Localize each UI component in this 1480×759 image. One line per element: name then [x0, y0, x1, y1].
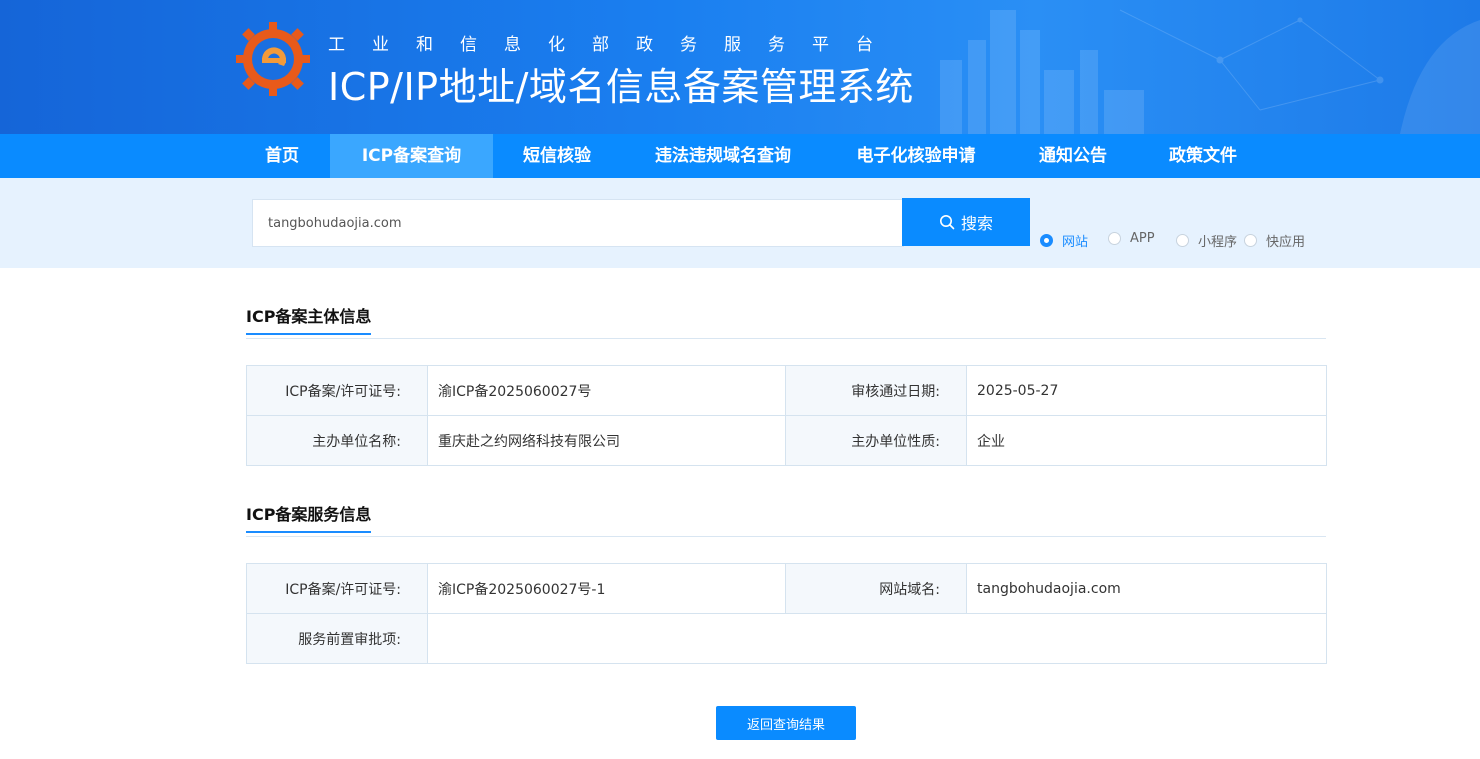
nav-item-illegal-domain-query[interactable]: 违法违规域名查询	[638, 134, 808, 178]
radio-app[interactable]: APP	[1108, 231, 1155, 246]
radio-checked-icon	[1040, 234, 1053, 247]
approval-date-label: 审核通过日期:	[785, 365, 967, 416]
pre-approval-label: 服务前置审批项:	[246, 613, 428, 664]
table-row: ICP备案/许可证号: 渝ICP备2025060027号 审核通过日期: 202…	[246, 365, 1327, 416]
nav-item-policy-docs[interactable]: 政策文件	[1155, 134, 1251, 178]
subject-info-table: ICP备案/许可证号: 渝ICP备2025060027号 审核通过日期: 202…	[246, 365, 1327, 466]
nav-item-electronic-verify[interactable]: 电子化核验申请	[842, 134, 990, 178]
service-info-table: ICP备案/许可证号: 渝ICP备2025060027号-1 网站域名: tan…	[246, 563, 1327, 664]
search-button-label: 搜索	[960, 214, 993, 233]
service-license-value: 渝ICP备2025060027号-1	[427, 563, 786, 614]
table-row: ICP备案/许可证号: 渝ICP备2025060027号-1 网站域名: tan…	[246, 563, 1327, 614]
radio-mini-program[interactable]: 小程序	[1176, 231, 1237, 250]
service-info-heading: ICP备案服务信息	[246, 501, 372, 533]
pre-approval-value	[427, 613, 1327, 664]
mii-logo-icon	[236, 22, 310, 96]
page-title: ICP/IP地址/域名信息备案管理系统	[328, 65, 914, 109]
radio-website[interactable]: 网站	[1040, 231, 1088, 250]
website-domain-label: 网站域名:	[785, 563, 967, 614]
radio-unchecked-icon	[1244, 234, 1257, 247]
main-nav: 首页 ICP备案查询 短信核验 违法违规域名查询 电子化核验申请 通知公告 政策…	[0, 134, 1480, 178]
organizer-type-label: 主办单位性质:	[785, 415, 967, 466]
website-domain-value: tangbohudaojia.com	[966, 563, 1327, 614]
search-band: 搜索 网站 APP 小程序 快应用	[0, 178, 1480, 268]
nav-item-notices[interactable]: 通知公告	[1024, 134, 1122, 178]
radio-website-label: 网站	[1062, 235, 1089, 250]
license-value: 渝ICP备2025060027号	[427, 365, 786, 416]
organizer-name-label: 主办单位名称:	[246, 415, 428, 466]
table-row: 主办单位名称: 重庆赴之约网络科技有限公司 主办单位性质: 企业	[246, 415, 1327, 466]
radio-quick-app[interactable]: 快应用	[1244, 231, 1305, 250]
search-icon	[939, 215, 955, 230]
search-button[interactable]: 搜索	[902, 198, 1030, 246]
divider	[246, 536, 1326, 537]
nav-item-home[interactable]: 首页	[246, 134, 318, 178]
subject-info-heading: ICP备案主体信息	[246, 303, 372, 335]
radio-unchecked-icon	[1176, 234, 1189, 247]
service-license-label: ICP备案/许可证号:	[246, 563, 428, 614]
radio-mini-program-label: 小程序	[1198, 235, 1238, 250]
radio-quick-app-label: 快应用	[1266, 235, 1306, 250]
nav-item-icp-query[interactable]: ICP备案查询	[330, 134, 493, 178]
back-to-results-button[interactable]: 返回查询结果	[716, 706, 856, 740]
nav-item-sms-verify[interactable]: 短信核验	[508, 134, 606, 178]
organizer-type-value: 企业	[966, 415, 1327, 466]
approval-date-value: 2025-05-27	[966, 365, 1327, 416]
license-label: ICP备案/许可证号:	[246, 365, 428, 416]
table-row: 服务前置审批项:	[246, 613, 1327, 664]
header-subtitle: 工业和信息化部政务服务平台	[328, 35, 900, 55]
organizer-name-value: 重庆赴之约网络科技有限公司	[427, 415, 786, 466]
city-skyline-decoration	[940, 9, 1480, 134]
radio-unchecked-icon	[1108, 232, 1121, 245]
site-header: 工业和信息化部政务服务平台 ICP/IP地址/域名信息备案管理系统	[0, 0, 1480, 134]
divider	[246, 338, 1326, 339]
search-input[interactable]	[252, 199, 904, 247]
radio-app-label: APP	[1130, 231, 1155, 246]
